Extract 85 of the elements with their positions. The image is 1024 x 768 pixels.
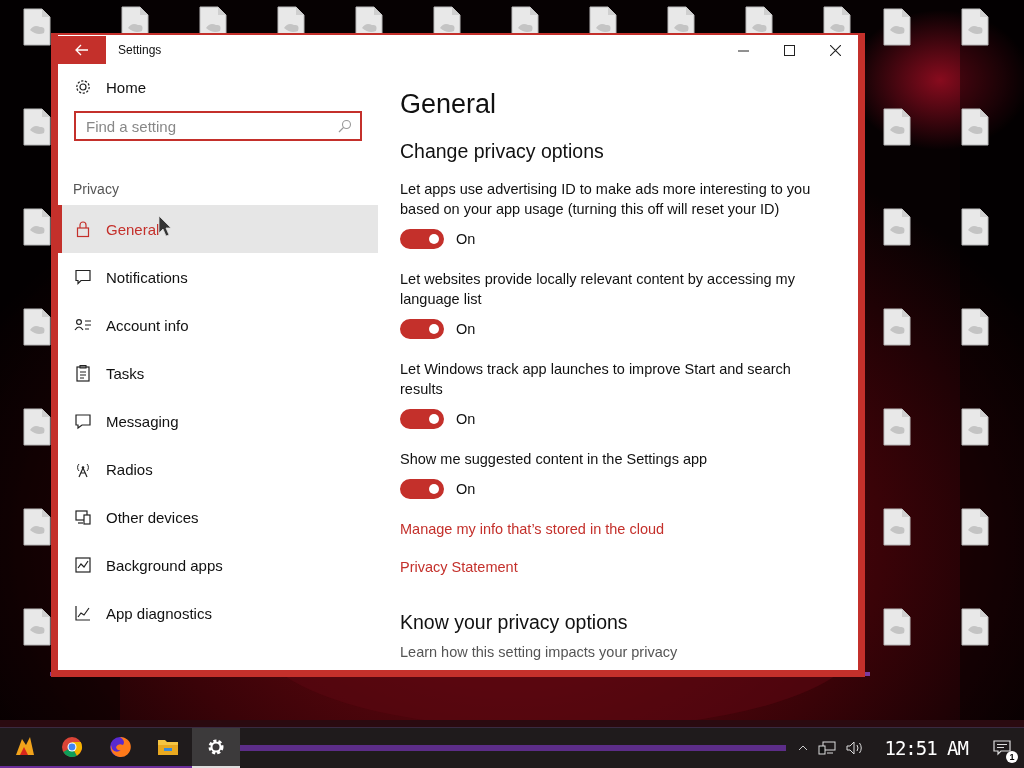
file-icon[interactable]	[882, 508, 912, 546]
setting-label: Show me suggested content in the Settings app	[400, 450, 709, 469]
settings-icon	[74, 78, 92, 96]
network-icon[interactable]	[818, 741, 837, 755]
cursor-icon	[158, 215, 172, 237]
file-icon[interactable]	[882, 8, 912, 46]
toggle-state: On	[456, 321, 476, 337]
home-link[interactable]: Home	[58, 67, 378, 107]
file-icon[interactable]	[22, 508, 52, 546]
toggle-state: On	[456, 481, 476, 497]
link[interactable]: Privacy Statement	[400, 559, 518, 575]
page-title: General	[400, 89, 497, 120]
file-icon[interactable]	[960, 208, 990, 246]
setting-label: Let Windows track app launches to improve Start and search results	[400, 360, 792, 399]
back-arrow-icon	[75, 44, 89, 56]
nav-item[interactable]: Messaging	[58, 397, 378, 445]
notification-button[interactable]: 1	[988, 733, 1016, 763]
file-icon[interactable]	[666, 6, 696, 33]
file-icon[interactable]	[882, 208, 912, 246]
notification-count: 1	[1006, 751, 1018, 763]
file-icon[interactable]	[882, 108, 912, 146]
nav-item[interactable]: Other devices	[58, 493, 378, 541]
file-icon[interactable]	[960, 508, 990, 546]
file-icon[interactable]	[882, 308, 912, 346]
file-icon[interactable]	[22, 608, 52, 646]
file-icon[interactable]	[882, 608, 912, 646]
firefox-icon	[108, 735, 132, 759]
nav-item[interactable]: Background apps	[58, 541, 378, 589]
link[interactable]: Manage my info that’s stored in the cloud	[400, 521, 665, 537]
file-icon[interactable]	[960, 108, 990, 146]
search-field[interactable]: Find a setting	[74, 111, 362, 141]
nav-item[interactable]: General	[58, 205, 378, 253]
chrome-icon	[60, 735, 84, 759]
file-icon[interactable]	[882, 408, 912, 446]
section-heading: Know your privacy options	[400, 611, 628, 634]
file-icon[interactable]	[22, 308, 52, 346]
file-icon[interactable]	[960, 308, 990, 346]
file-icon[interactable]	[960, 8, 990, 46]
toggle-switch[interactable]	[400, 319, 444, 339]
file-icon[interactable]	[22, 208, 52, 246]
toggle-state: On	[456, 411, 476, 427]
clock[interactable]: 12:51 AM	[884, 737, 968, 759]
file-icon[interactable]	[960, 408, 990, 446]
speech-box-icon	[74, 268, 92, 286]
file-icon[interactable]	[510, 6, 540, 33]
close-icon	[829, 44, 841, 56]
file-icon[interactable]	[22, 408, 52, 446]
volume-icon[interactable]	[846, 741, 865, 755]
nav-item[interactable]: Account info	[58, 301, 378, 349]
toggle-switch[interactable]	[400, 229, 444, 249]
chart-box-icon	[74, 556, 92, 574]
description-text: Learn how this setting impacts your privacy	[400, 644, 678, 660]
message-icon	[993, 740, 1011, 756]
devices-icon	[74, 508, 92, 526]
file-icon[interactable]	[120, 6, 150, 33]
setting-label: Let websites provide locally relevant content by accessing my language list	[400, 270, 796, 309]
clipboard-icon	[74, 364, 92, 382]
nav-item[interactable]: Radios	[58, 445, 378, 493]
nav-item[interactable]: App diagnostics	[58, 589, 378, 637]
toggle-switch[interactable]	[400, 479, 444, 499]
file-icon[interactable]	[22, 108, 52, 146]
file-icon[interactable]	[198, 6, 228, 33]
maximize-icon	[783, 44, 795, 56]
section-heading: Change privacy options	[400, 140, 604, 163]
setting-label: Let apps use advertising ID to make ads more interesting to you based on your app usage (turning this off will reset your ID)	[400, 180, 812, 219]
window-title: Settings	[118, 43, 163, 57]
chart-icon	[74, 604, 92, 622]
lock-icon	[74, 220, 92, 238]
file-icon[interactable]	[588, 6, 618, 33]
back-button[interactable]	[58, 36, 106, 64]
file-icon[interactable]	[744, 6, 774, 33]
toggle-state: On	[456, 231, 476, 247]
file-icon[interactable]	[822, 6, 852, 33]
file-icon[interactable]	[960, 608, 990, 646]
file-icon[interactable]	[276, 6, 306, 33]
file-icon[interactable]	[354, 6, 384, 33]
file-icon[interactable]	[22, 8, 52, 46]
section-label: Privacy	[73, 181, 120, 199]
chevron-up-icon[interactable]	[798, 745, 809, 751]
speech-bubble-icon	[74, 412, 92, 430]
nav-item[interactable]: Tasks	[58, 349, 378, 397]
file-icon[interactable]	[432, 6, 462, 33]
toggle-switch[interactable]	[400, 409, 444, 429]
search-icon	[338, 119, 352, 133]
nav-item[interactable]: Notifications	[58, 253, 378, 301]
